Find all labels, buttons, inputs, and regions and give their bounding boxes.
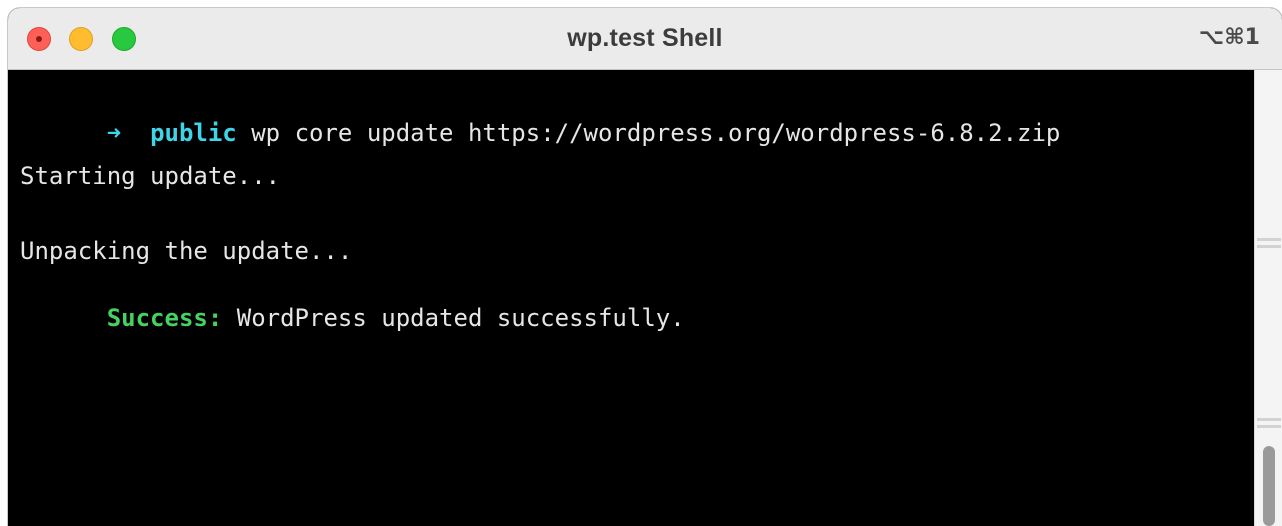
prompt-directory: public <box>150 119 237 147</box>
prompt-arrow-icon: ➜ <box>106 119 122 147</box>
success-line: Success: WordPress updated successfully. <box>20 273 685 363</box>
output-line: Unpacking the update... <box>20 237 353 265</box>
keyboard-shortcut-label: ⌥⌘1 <box>1198 25 1260 50</box>
title-bar[interactable]: wp.test Shell ⌥⌘1 <box>8 8 1282 70</box>
output-line: Starting update... <box>20 162 281 190</box>
vertical-scrollbar[interactable] <box>1254 70 1282 526</box>
window-title: wp.test Shell <box>567 24 723 52</box>
scrollbar-groove <box>1257 245 1281 248</box>
success-label: Success: <box>106 304 223 332</box>
scrollbar-groove <box>1257 238 1281 241</box>
success-message: WordPress updated successfully. <box>236 304 685 332</box>
terminal-window: wp.test Shell ⌥⌘1 ➜ public wp core updat… <box>8 8 1282 526</box>
scrollbar-groove <box>1257 418 1281 421</box>
command-text: wp core update https://wordpress.org/wor… <box>251 119 1061 147</box>
scrollbar-groove <box>1257 425 1281 428</box>
scrollbar-thumb[interactable] <box>1263 446 1275 526</box>
terminal-output-area[interactable]: ➜ public wp core update https://wordpres… <box>8 70 1254 526</box>
